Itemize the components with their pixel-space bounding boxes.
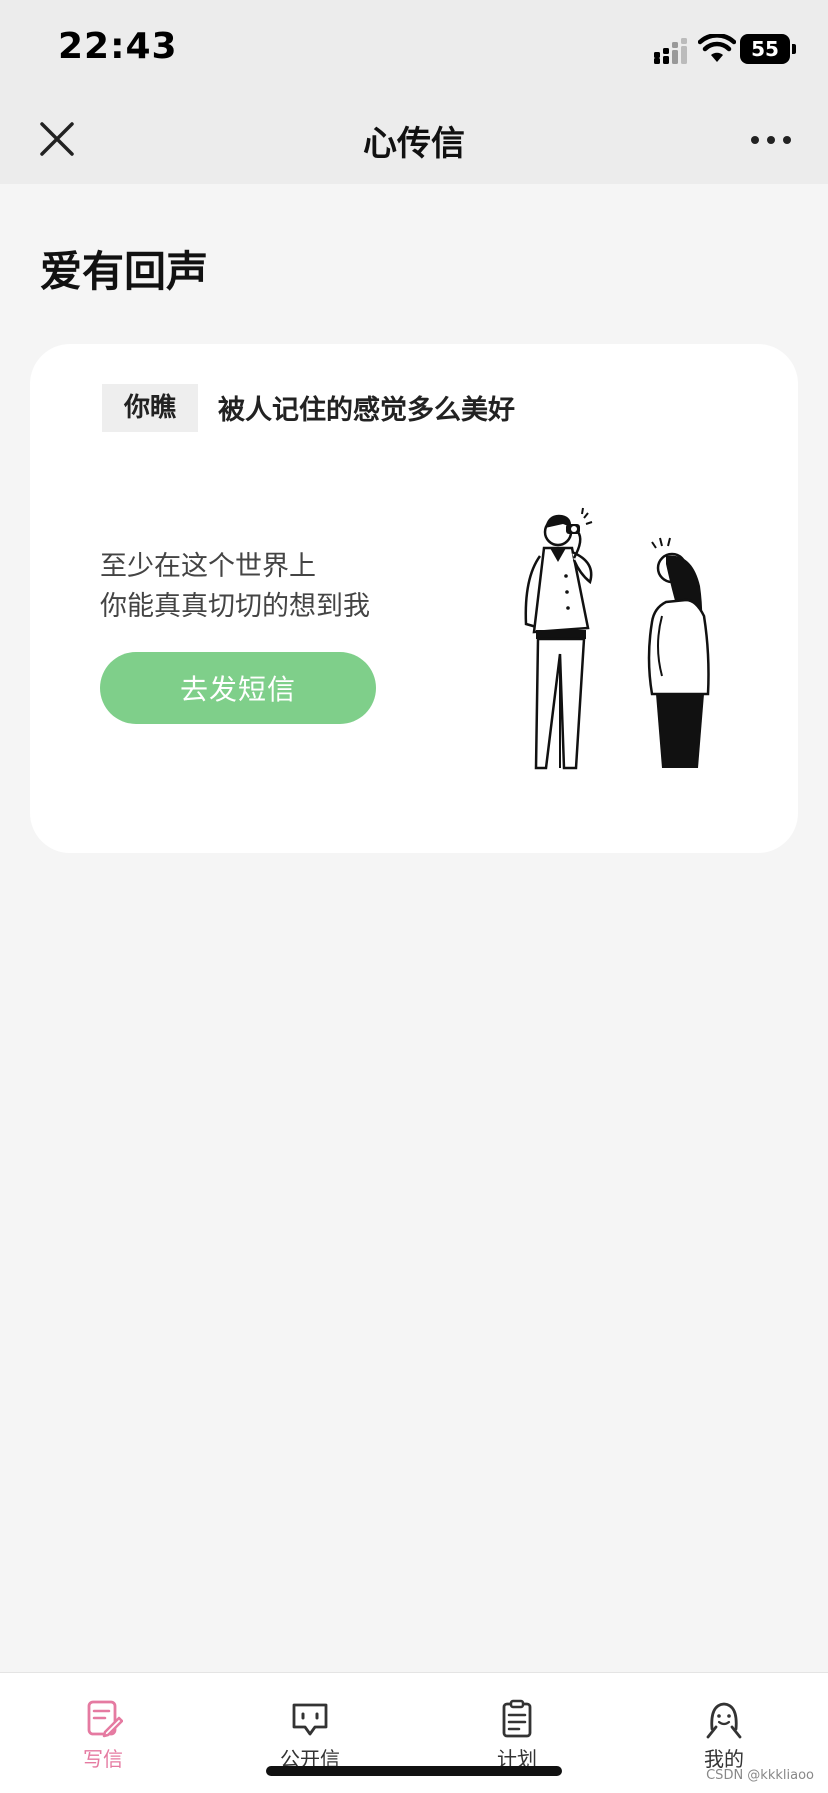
clipboard-icon [502,1699,532,1738]
tab-label: 写信 [83,1747,123,1771]
signal-icon [654,38,687,64]
status-time: 22:43 [58,26,178,67]
top-bar: 22:43 55 心传信 [0,0,828,184]
write-letter-icon [87,1700,123,1738]
card-body-line: 你能真真切切的想到我 [100,591,370,622]
section-title: 爱有回声 [40,247,209,296]
more-icon[interactable] [748,124,794,156]
message-bubble-icon [292,1703,328,1736]
promo-card: 你瞧 被人记住的感觉多么美好 至少在这个世界上 你能真真切切的想到我 去发短信 [30,344,798,853]
page-title: 心传信 [363,124,465,164]
home-indicator [266,1766,562,1776]
card-body-line: 至少在这个世界上 [100,551,316,582]
battery-indicator: 55 [740,34,796,64]
card-tag: 你瞧 [102,384,198,432]
tab-plan[interactable]: 计划 [457,1699,577,1772]
wifi-icon [698,34,736,62]
couple-photo-illustration [524,507,710,770]
watermark: CSDN @kkkliaoo [706,1768,814,1783]
card-tagline: 被人记住的感觉多么美好 [218,395,515,426]
send-sms-button[interactable]: 去发短信 [100,652,376,724]
tab-write-letter[interactable]: 写信 [43,1699,163,1772]
profile-icon [706,1702,742,1739]
tab-profile[interactable]: 我的 [664,1699,784,1772]
tab-public-letter[interactable]: 公开信 [250,1699,370,1772]
